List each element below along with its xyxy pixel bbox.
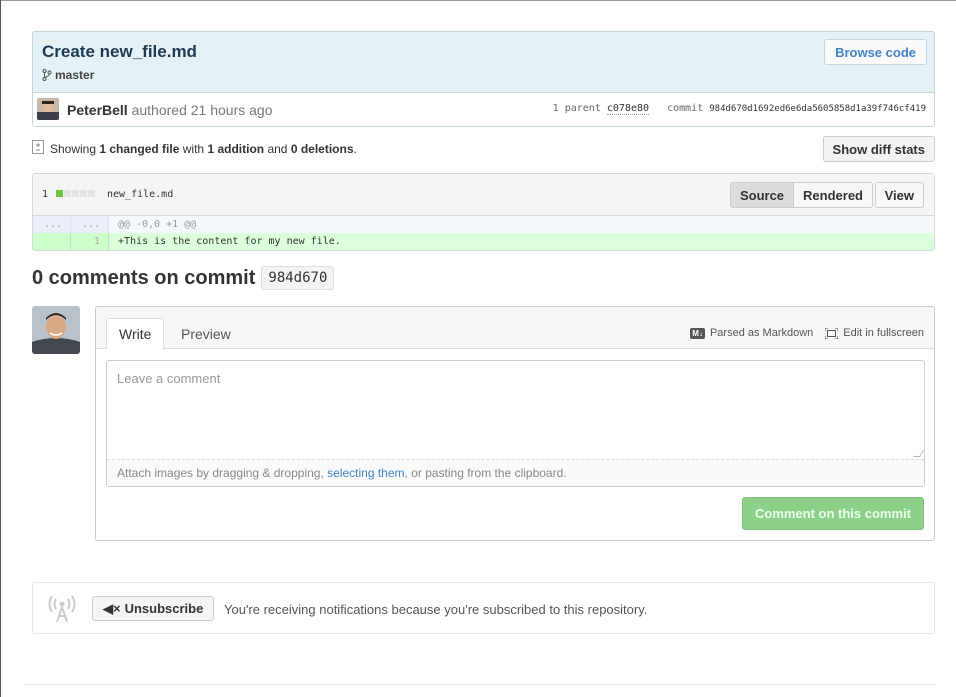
added-line-code: +This is the content for my new file. <box>118 236 341 247</box>
comments-heading-text: 0 comments on commit <box>32 266 256 289</box>
attach-text-after: , or pasting from the clipboard. <box>404 466 567 480</box>
new-line-number[interactable]: ... <box>71 216 109 233</box>
old-line-number[interactable] <box>33 233 71 250</box>
commit-sha-badge: 984d670 <box>261 266 335 290</box>
broadcast-icon <box>48 595 76 623</box>
diffstat-block <box>64 190 71 197</box>
old-line-number[interactable]: ... <box>33 216 71 233</box>
diff-added-row: 1 +This is the content for my new file. <box>33 233 934 250</box>
commenter-avatar[interactable] <box>32 306 80 354</box>
branch-label: master <box>42 68 94 82</box>
diff-summary-text: Showing 1 changed file with 1 addition a… <box>50 142 357 156</box>
full-sha: 984d670d1692ed6e6da5605858d1a39f746cf419 <box>709 104 926 114</box>
diffstat-block <box>80 190 87 197</box>
file-name[interactable]: new_file.md <box>107 189 173 200</box>
summary-prefix: Showing <box>50 142 97 156</box>
file-diff: 1 new_file.md Source Rendered View ... .… <box>32 173 935 251</box>
window-left-border <box>0 0 1 697</box>
markdown-label: Parsed as Markdown <box>709 327 814 339</box>
rendered-view-button[interactable]: Rendered <box>794 182 873 208</box>
unsubscribe-button[interactable]: ◀× Unsubscribe <box>92 596 215 621</box>
commit-header: Create new_file.md master Browse code Pe… <box>32 31 935 127</box>
branch-icon <box>42 69 52 81</box>
addition-count: 1 addition <box>207 142 265 156</box>
fullscreen-icon <box>825 327 839 339</box>
file-header: 1 new_file.md Source Rendered View <box>33 174 934 216</box>
subscription-reason: You're receiving notifications because y… <box>224 602 648 617</box>
summary-and: and <box>267 142 288 156</box>
diff-summary-bar: Showing 1 changed file with 1 addition a… <box>32 136 935 162</box>
commit-title: Create new_file.md <box>42 42 197 61</box>
comment-textarea[interactable]: Leave a comment <box>107 361 924 461</box>
diff-file-icon <box>32 140 44 154</box>
attach-images-bar: Attach images by dragging & dropping, se… <box>107 459 924 486</box>
window-top-border <box>0 0 956 1</box>
diffstat-block <box>72 190 79 197</box>
file-change-count: 1 <box>42 189 49 200</box>
fullscreen-link[interactable]: Edit in fullscreen <box>825 327 924 339</box>
diffstat-block <box>88 190 95 197</box>
parent-sha-link[interactable]: c078e80 <box>606 103 650 115</box>
comments-heading: 0 comments on commit 984d670 <box>32 266 335 290</box>
fullscreen-label: Edit in fullscreen <box>843 327 924 339</box>
new-line-number[interactable]: 1 <box>71 233 109 250</box>
diffstat-block <box>56 190 63 197</box>
summary-period: . <box>353 142 357 156</box>
sha-info: 1 parent c078e80 commit 984d670d1692ed6e… <box>552 103 926 115</box>
show-diff-stats-button[interactable]: Show diff stats <box>822 136 935 162</box>
browse-code-button[interactable]: Browse code <box>824 39 927 65</box>
markdown-hint[interactable]: M↓ Parsed as Markdown <box>690 327 813 339</box>
view-mode-toggle: Source Rendered <box>729 182 873 208</box>
changed-count: 1 changed file <box>99 142 180 156</box>
commit-meta: PeterBell authored 21 hours ago 1 parent… <box>33 93 934 126</box>
comment-toolbar: M↓ Parsed as Markdown Edit in fullscreen <box>690 327 924 339</box>
summary-with: with <box>182 142 205 156</box>
author-avatar[interactable] <box>37 98 59 120</box>
branch-name: master <box>55 68 95 82</box>
commit-label: commit <box>667 103 704 114</box>
comment-tabs: Write Preview M↓ Parsed as Markdown Edit… <box>96 307 934 350</box>
hunk-header: @@ -0,0 +1 @@ <box>118 219 197 230</box>
markdown-icon: M↓ <box>690 327 705 339</box>
authored-time: authored 21 hours ago <box>131 102 273 118</box>
notification-box: ◀× Unsubscribe You're receiving notifica… <box>32 582 935 634</box>
deletion-count: 0 deletions <box>290 142 354 156</box>
tab-write[interactable]: Write <box>106 318 165 350</box>
parent-count: 1 parent <box>552 103 601 114</box>
author-line: PeterBell authored 21 hours ago <box>67 102 272 118</box>
unsubscribe-label: Unsubscribe <box>124 601 204 616</box>
source-view-button[interactable]: Source <box>729 182 795 208</box>
comment-submit-button[interactable]: Comment on this commit <box>741 497 924 530</box>
diffstat-bar <box>56 190 95 197</box>
commit-title-area: Create new_file.md master Browse code <box>33 32 934 93</box>
author-name[interactable]: PeterBell <box>67 102 128 118</box>
diff-hunk-row: ... ... @@ -0,0 +1 @@ <box>33 216 934 233</box>
comment-form: Write Preview M↓ Parsed as Markdown Edit… <box>95 306 935 541</box>
mute-icon: ◀× <box>103 600 121 616</box>
select-images-link[interactable]: selecting them <box>327 466 404 480</box>
page-bottom-divider <box>24 684 936 685</box>
tab-preview[interactable]: Preview <box>169 318 243 350</box>
view-file-button[interactable]: View <box>874 182 924 208</box>
comment-textarea-wrapper: Leave a comment Attach images by draggin… <box>106 360 925 487</box>
attach-text: Attach images by dragging & dropping, <box>117 466 324 480</box>
